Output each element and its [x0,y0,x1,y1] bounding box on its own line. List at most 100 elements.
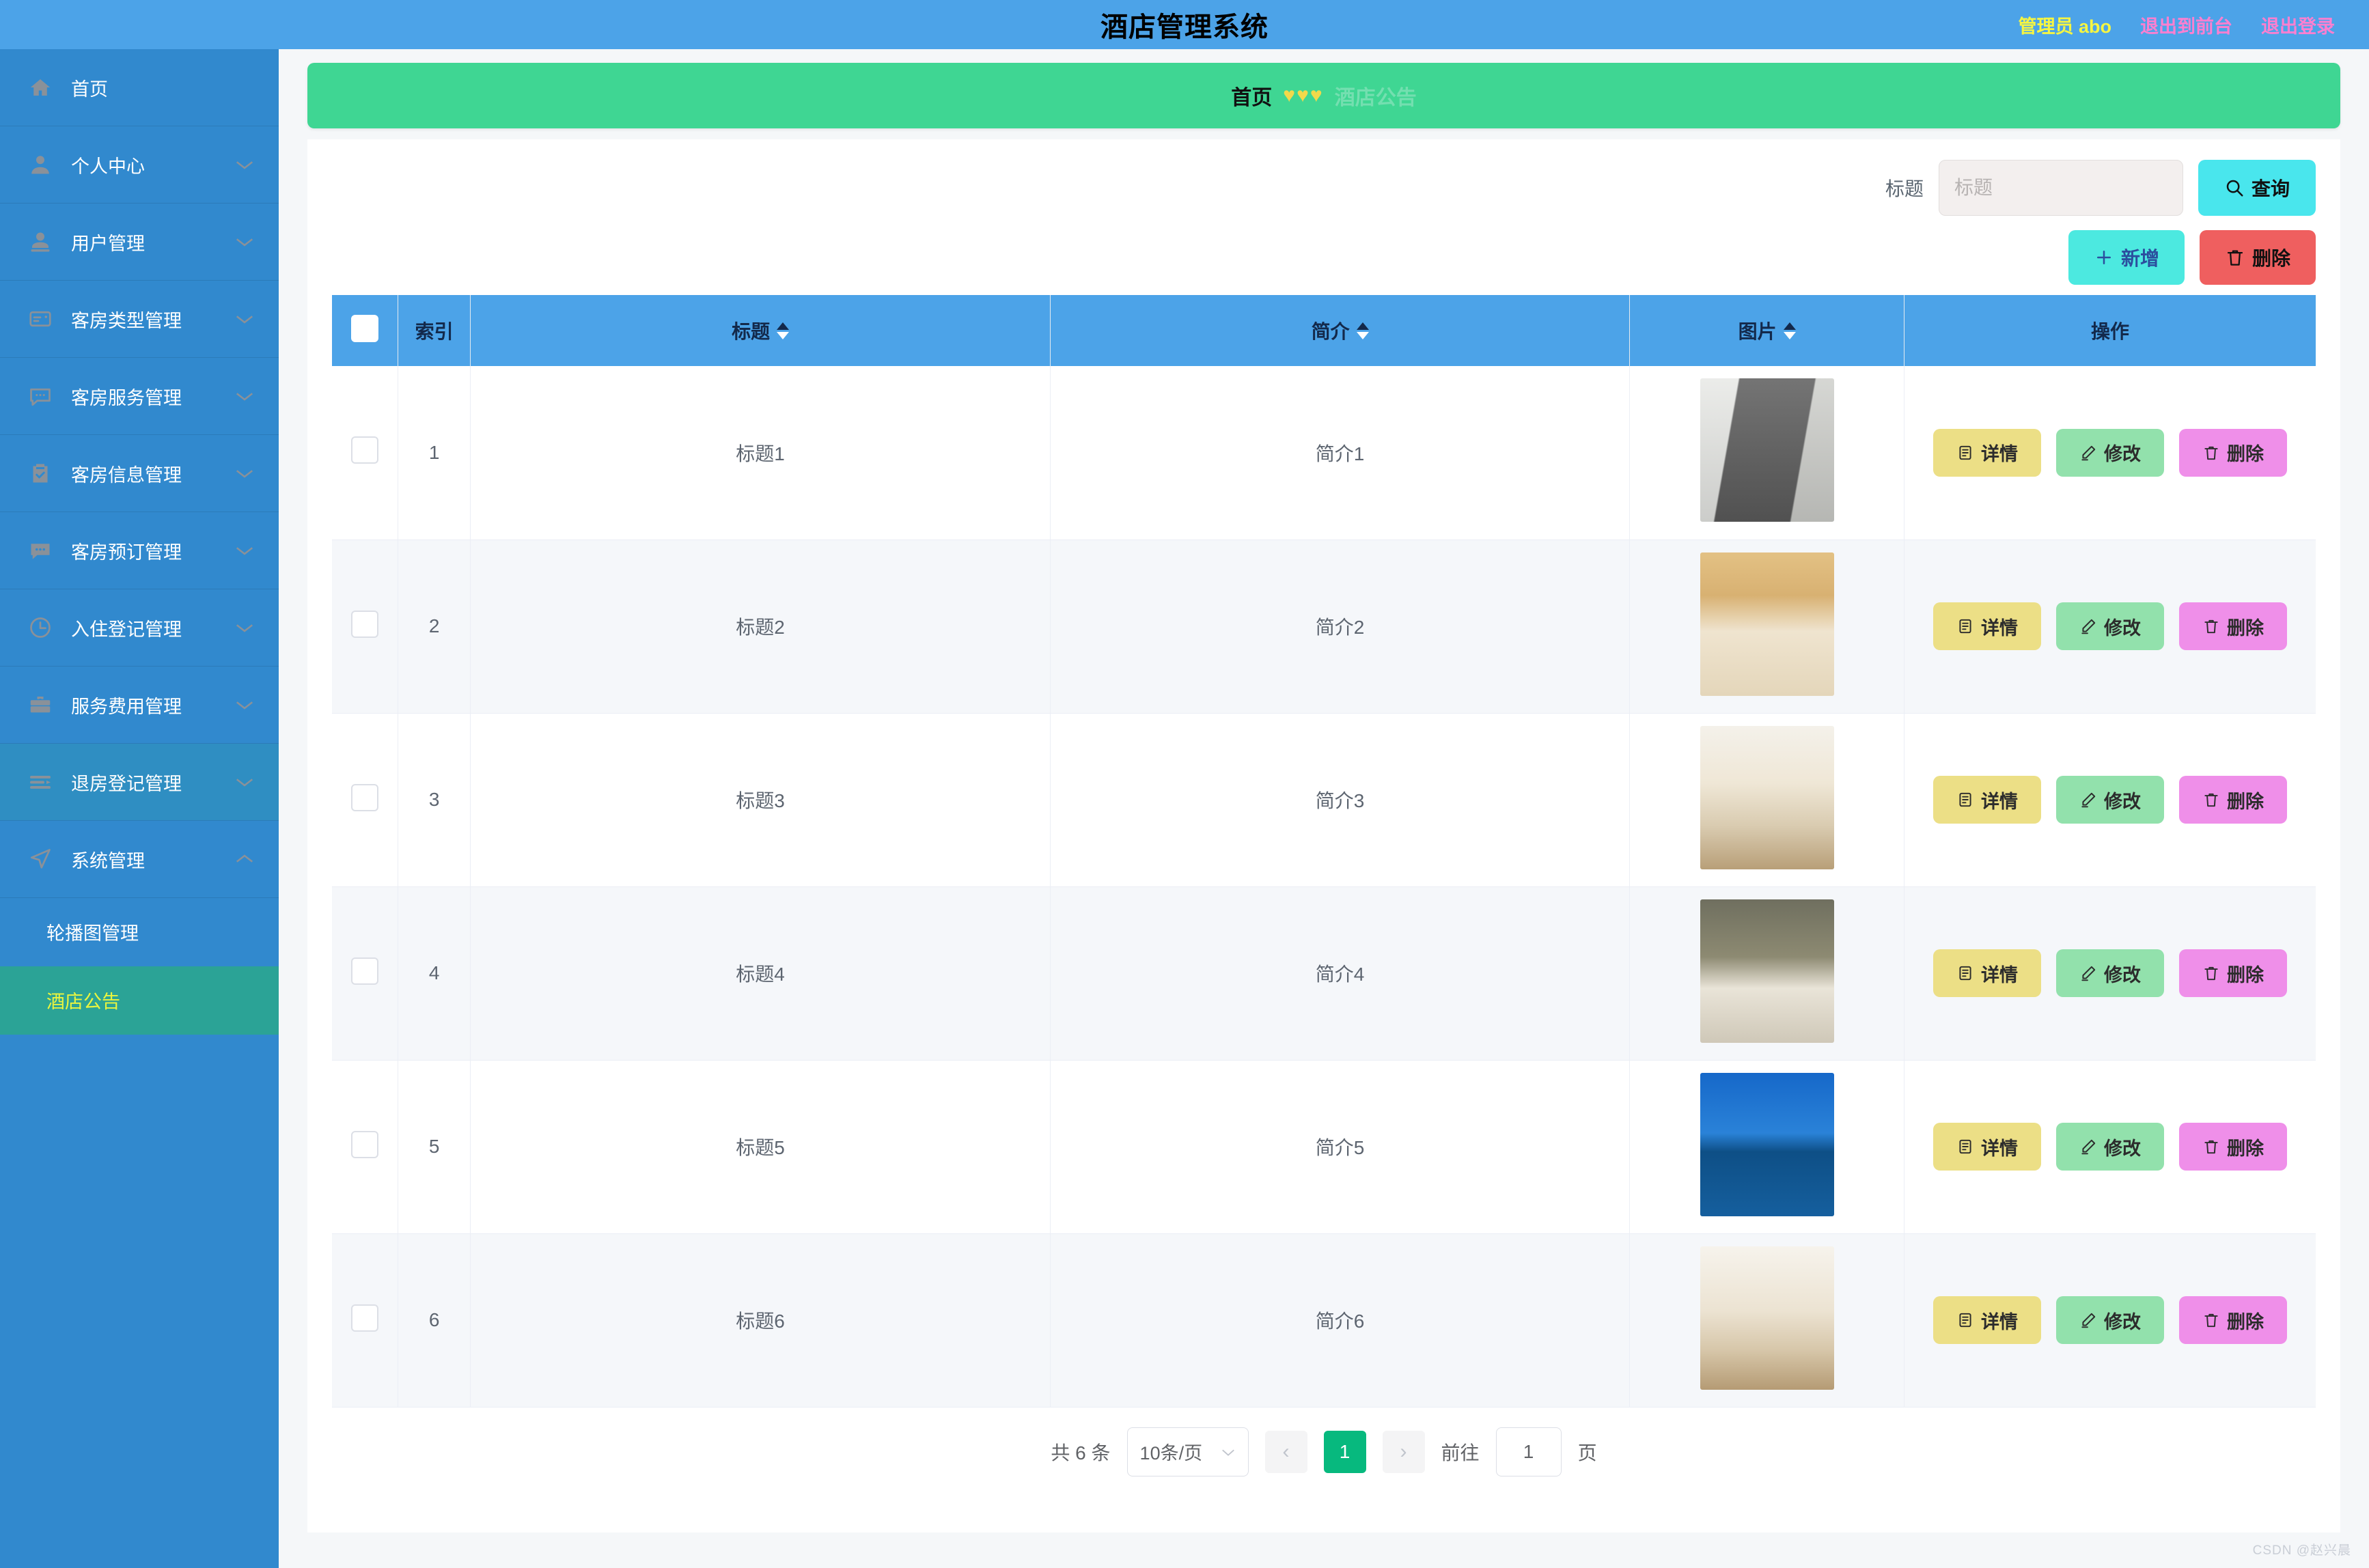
detail-button[interactable]: 详情 [1932,1296,2041,1344]
sidebar-item-room-service-management[interactable]: 客房服务管理 [0,358,279,435]
row-intro-cell: 简介5 [1050,1060,1631,1234]
edit-button-label: 修改 [2103,964,2141,985]
row-select-cell[interactable] [332,1233,398,1408]
row-checkbox[interactable] [350,1304,378,1332]
sidebar-item-checkin-record-management[interactable]: 入住登记管理 [0,589,279,667]
sort-icon[interactable] [1356,322,1369,339]
pagination-total: 共 6 条 [1051,1442,1111,1464]
sidebar-item-home[interactable]: 首页 [0,49,279,126]
table-header-title[interactable]: 标题 [470,295,1051,366]
row-checkbox[interactable] [350,610,378,638]
edit-button[interactable]: 修改 [2055,949,2164,997]
chevron-down-icon [231,313,258,325]
row-select-cell[interactable] [332,366,398,540]
pagination-next-button[interactable]: › [1382,1430,1425,1473]
page-size-select[interactable]: 10条/页 [1126,1427,1249,1476]
row-operations-cell: 详情 修改 删除 [1904,713,2316,887]
detail-button[interactable]: 详情 [1932,949,2041,997]
edit-button[interactable]: 修改 [2055,428,2164,477]
select-all-checkbox[interactable] [350,314,378,342]
row-index-cell: 5 [398,1060,471,1234]
sidebar-item-label: 首页 [71,79,108,100]
sidebar-item-checkout-record-management[interactable]: 退房登记管理 [0,744,279,821]
sort-icon[interactable] [777,322,790,339]
row-thumbnail-image[interactable] [1700,1246,1834,1390]
row-thumbnail-image[interactable] [1700,1072,1834,1216]
sidebar-item-room-type-management[interactable]: 客房类型管理 [0,281,279,358]
edit-button[interactable]: 修改 [2055,1123,2164,1171]
main-content: 首页 ♥♥♥ 酒店公告 标题 查询 新增 [279,49,2369,1568]
row-thumbnail-image[interactable] [1700,552,1834,696]
row-thumbnail-image[interactable] [1700,899,1834,1043]
table-head: 索引 标题 简介 图片 操作 [332,295,2316,366]
logout-link[interactable]: 退出登录 [2261,12,2335,38]
sidebar-subitem-hotel-announcement[interactable]: 酒店公告 [0,966,279,1035]
table-header-intro[interactable]: 简介 [1050,295,1631,366]
row-checkbox[interactable] [350,783,378,811]
delete-button[interactable]: 删除 [2178,602,2287,650]
pagination-prev-button[interactable]: ‹ [1264,1430,1307,1473]
logout-to-frontend-link[interactable]: 退出到前台 [2140,12,2232,38]
row-operations-cell: 详情 修改 删除 [1904,1233,2316,1408]
announcement-table: 索引 标题 简介 图片 操作 1 标题1 简介1 详情 修改 删除 2 标题2 … [332,295,2316,1408]
edit-button[interactable]: 修改 [2055,1296,2164,1344]
sidebar-subitem-carousel-management[interactable]: 轮播图管理 [0,898,279,966]
table-header-select-all[interactable] [332,295,398,366]
delete-button[interactable]: 删除 [2178,949,2287,997]
sidebar-item-room-info-management[interactable]: 客房信息管理 [0,435,279,512]
table-row: 1 标题1 简介1 详情 修改 删除 [332,366,2316,540]
row-select-cell[interactable] [332,713,398,887]
row-select-cell[interactable] [332,1060,398,1234]
sidebar-subitem-label: 轮播图管理 [46,923,139,944]
search-input[interactable] [1939,160,2183,216]
row-thumbnail-image[interactable] [1700,725,1834,869]
sort-icon[interactable] [1783,322,1796,339]
edit-button[interactable]: 修改 [2055,776,2164,824]
detail-button[interactable]: 详情 [1932,428,2041,477]
breadcrumb: 首页 ♥♥♥ 酒店公告 [307,63,2340,128]
trash-icon [2202,1138,2220,1156]
pencil-icon [2079,1138,2097,1156]
row-intro-cell: 简介6 [1050,1233,1631,1408]
content-panel: 标题 查询 新增 删除 [307,139,2340,1532]
batch-delete-button[interactable]: 删除 [2200,230,2316,285]
table-header-operations-label: 操作 [2090,321,2129,342]
app-header: 酒店管理系统 管理员 abo 退出到前台 退出登录 [0,0,2369,49]
row-checkbox[interactable] [350,436,378,464]
sidebar-item-personal-center[interactable]: 个人中心 [0,126,279,204]
row-select-cell[interactable] [332,540,398,714]
breadcrumb-home[interactable]: 首页 [1231,81,1272,111]
suitcase-icon [25,689,56,720]
delete-button[interactable]: 删除 [2178,1123,2287,1171]
detail-button[interactable]: 详情 [1932,1123,2041,1171]
detail-button-label: 详情 [1980,617,2018,639]
list-arrow-icon [25,766,56,798]
detail-button[interactable]: 详情 [1932,602,2041,650]
row-select-cell[interactable] [332,886,398,1061]
chevron-down-icon [1221,1441,1236,1462]
pagination: 共 6 条 10条/页 ‹ 1 › 前往 页 [332,1408,2316,1496]
sidebar-item-room-booking-management[interactable]: 客房预订管理 [0,512,279,589]
pencil-icon [2079,964,2097,982]
user-icon [25,149,56,180]
delete-button[interactable]: 删除 [2178,1296,2287,1344]
detail-button[interactable]: 详情 [1932,776,2041,824]
table-header-image[interactable]: 图片 [1629,295,1904,366]
pagination-jump-input[interactable] [1495,1427,1562,1476]
edit-button[interactable]: 修改 [2055,602,2164,650]
row-thumbnail-image[interactable] [1700,378,1834,522]
pencil-icon [2079,444,2097,462]
query-button[interactable]: 查询 [2198,160,2316,216]
detail-button-label: 详情 [1980,1311,2018,1332]
row-checkbox[interactable] [350,957,378,985]
row-intro-cell: 简介2 [1050,540,1631,714]
delete-button[interactable]: 删除 [2178,428,2287,477]
row-operations-cell: 详情 修改 删除 [1904,540,2316,714]
add-button[interactable]: 新增 [2068,230,2185,285]
sidebar-item-system-management[interactable]: 系统管理 [0,821,279,898]
sidebar-item-service-fee-management[interactable]: 服务费用管理 [0,667,279,744]
row-checkbox[interactable] [350,1130,378,1158]
pagination-page-1[interactable]: 1 [1323,1430,1366,1473]
delete-button[interactable]: 删除 [2178,776,2287,824]
sidebar-item-user-management[interactable]: 用户管理 [0,204,279,281]
